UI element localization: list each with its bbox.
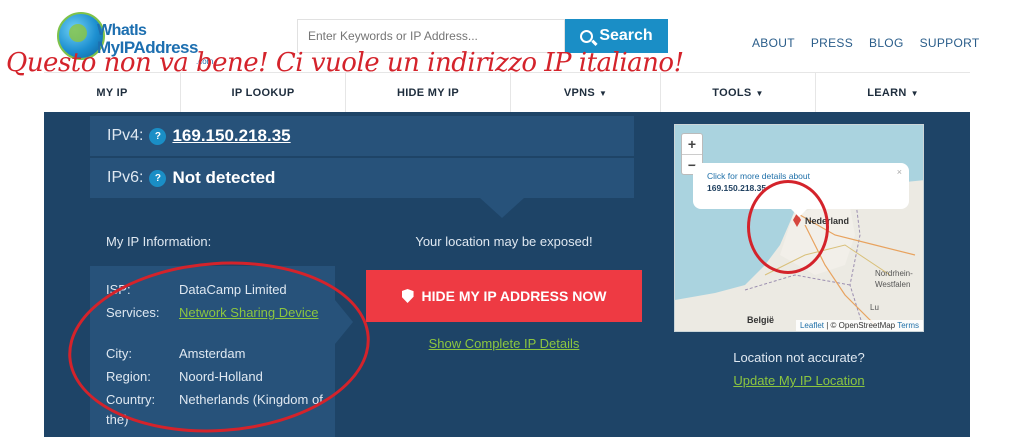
nav-vpns[interactable]: VPNS ▼ bbox=[511, 73, 661, 113]
map-label-nordrhein: Nordrhein- bbox=[875, 269, 913, 278]
hide-my-ip-button-label: HIDE MY IP ADDRESS NOW bbox=[421, 288, 607, 304]
shield-icon bbox=[401, 289, 414, 303]
search-button-label: Search bbox=[599, 27, 653, 44]
ipv4-row: IPv4: ? 169.150.218.35 bbox=[90, 116, 634, 156]
annotation-text: Questo non va bene! Ci vuole un indirizz… bbox=[6, 48, 684, 78]
main-nav: MY IP IP LOOKUP HIDE MY IP VPNS ▼ TOOLS ▼ … bbox=[44, 72, 970, 113]
annotation-circle-map bbox=[747, 180, 829, 274]
nav-learn-label: LEARN bbox=[867, 87, 907, 99]
nav-my-ip-label: MY IP bbox=[96, 87, 128, 99]
nav-ip-lookup[interactable]: IP LOOKUP bbox=[181, 73, 346, 113]
osm-credit: | © OpenStreetMap bbox=[826, 321, 896, 330]
hide-my-ip-button[interactable]: HIDE MY IP ADDRESS NOW bbox=[366, 270, 642, 322]
map-label-westfalen: Westfalen bbox=[875, 280, 911, 289]
press-link[interactable]: PRESS bbox=[811, 36, 853, 50]
popup-text: Click for more details about bbox=[707, 171, 810, 181]
top-links: ABOUT PRESS BLOG SUPPORT bbox=[752, 36, 995, 50]
ipv6-label: IPv6: bbox=[107, 169, 144, 186]
caret-down-icon: ▼ bbox=[910, 88, 919, 98]
help-icon[interactable]: ? bbox=[149, 169, 167, 187]
nav-my-ip[interactable]: MY IP bbox=[44, 73, 181, 113]
about-link[interactable]: ABOUT bbox=[752, 36, 795, 50]
terms-link[interactable]: Terms bbox=[897, 321, 919, 330]
nav-hide-my-ip[interactable]: HIDE MY IP bbox=[346, 73, 511, 113]
leaflet-link[interactable]: Leaflet bbox=[800, 321, 824, 330]
close-icon[interactable]: × bbox=[897, 167, 902, 177]
panel-notch bbox=[480, 198, 524, 218]
update-location-link[interactable]: Update My IP Location bbox=[674, 373, 924, 388]
location-question: Location not accurate? bbox=[733, 350, 865, 365]
map-label-belgie: België bbox=[747, 315, 775, 325]
ipv4-label: IPv4: bbox=[107, 127, 144, 144]
show-complete-details-link[interactable]: Show Complete IP Details bbox=[366, 336, 642, 351]
support-link[interactable]: SUPPORT bbox=[920, 36, 980, 50]
caret-down-icon: ▼ bbox=[755, 88, 764, 98]
ipv6-row: IPv6: ? Not detected bbox=[90, 158, 634, 198]
ipv6-value: Not detected bbox=[172, 168, 276, 187]
nav-tools-label: TOOLS bbox=[712, 87, 752, 99]
map-attribution: Leaflet | © OpenStreetMap Terms bbox=[795, 320, 923, 331]
ipv4-value[interactable]: 169.150.218.35 bbox=[172, 126, 290, 146]
help-icon[interactable]: ? bbox=[149, 127, 167, 145]
nav-ip-lookup-label: IP LOOKUP bbox=[231, 87, 295, 99]
nav-tools[interactable]: TOOLS ▼ bbox=[661, 73, 816, 113]
nav-hide-my-ip-label: HIDE MY IP bbox=[396, 87, 460, 99]
blog-link[interactable]: BLOG bbox=[869, 36, 904, 50]
zoom-in-button[interactable]: + bbox=[682, 134, 702, 154]
caret-down-icon: ▼ bbox=[598, 88, 608, 98]
nav-learn[interactable]: LEARN ▼ bbox=[816, 73, 970, 113]
search-icon bbox=[580, 29, 594, 43]
exposed-warning: Your location may be exposed! bbox=[415, 234, 593, 249]
nav-vpns-label: VPNS bbox=[563, 87, 595, 99]
map-label-lu: Lu bbox=[870, 303, 879, 312]
info-title: My IP Information: bbox=[106, 234, 212, 249]
